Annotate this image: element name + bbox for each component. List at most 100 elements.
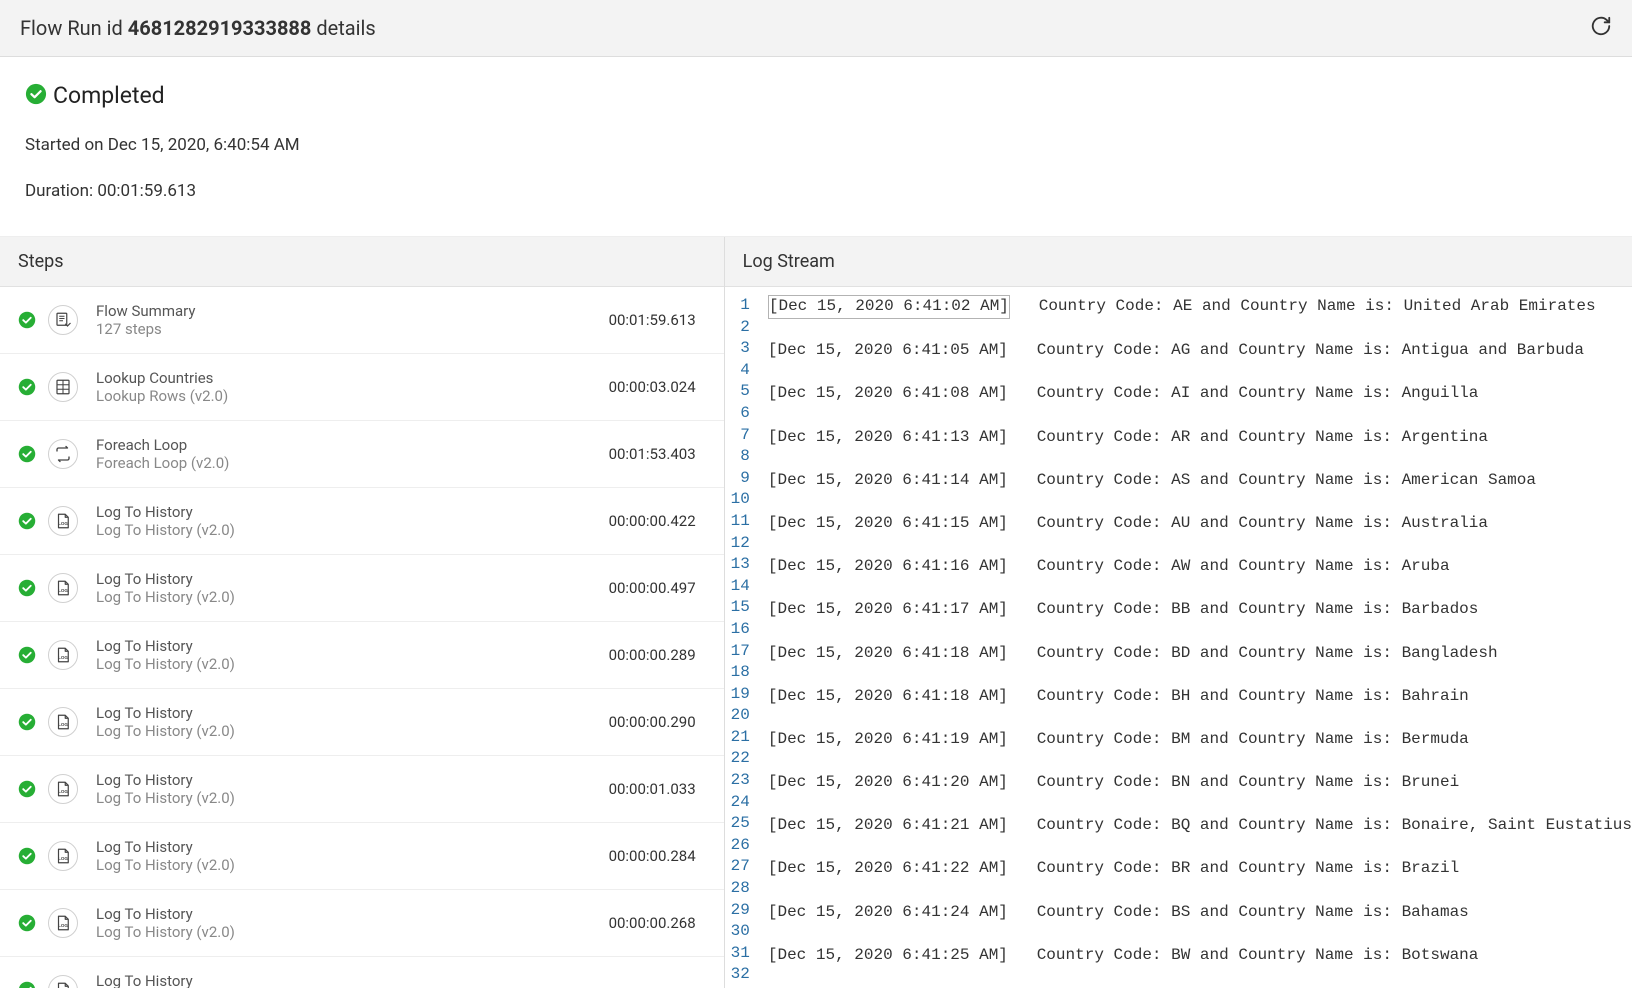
step-name: Foreach Loop <box>96 436 609 454</box>
step-item[interactable]: Log To HistoryLog To History (v2.0)00:00… <box>0 555 724 622</box>
refresh-button[interactable] <box>1590 15 1612 41</box>
log-line <box>768 750 1632 772</box>
step-item[interactable]: Flow Summary127 steps00:01:59.613 <box>0 287 724 354</box>
step-item[interactable]: Log To HistoryLog To History (v2.0)00:00… <box>0 488 724 555</box>
steps-title: Steps <box>0 237 724 287</box>
status-row: Completed <box>25 82 1607 109</box>
step-name: Log To History <box>96 771 609 789</box>
step-name: Log To History <box>96 503 609 521</box>
step-item[interactable]: Log To HistoryLog To History (v2.0)00:00… <box>0 689 724 756</box>
log-line <box>768 621 1632 643</box>
log-scroll[interactable]: 1 2 3 4 5 6 7 8 9 10 11 12 13 14 15 16 1… <box>725 287 1632 988</box>
step-type: Log To History (v2.0) <box>96 856 609 874</box>
step-type: Log To History (v2.0) <box>96 521 609 539</box>
started-on: Started on Dec 15, 2020, 6:40:54 AM <box>25 135 1607 155</box>
page-header: Flow Run id 4681282919333888 details <box>0 0 1632 57</box>
step-item[interactable]: Foreach LoopForeach Loop (v2.0)00:01:53.… <box>0 421 724 488</box>
title-prefix: Flow Run id <box>20 16 128 40</box>
success-icon <box>18 512 36 530</box>
table-icon <box>48 372 78 402</box>
step-type: 127 steps <box>96 320 609 338</box>
log-line: [Dec 15, 2020 6:41:15 AM] Country Code: … <box>768 513 1632 535</box>
log-icon <box>48 707 78 737</box>
success-icon <box>18 378 36 396</box>
log-line: [Dec 15, 2020 6:41:17 AM] Country Code: … <box>768 599 1632 621</box>
loop-icon <box>48 439 78 469</box>
title-suffix: details <box>311 16 375 40</box>
step-duration: 00:00:00.289 <box>609 646 706 664</box>
split-panes: Steps Flow Summary127 steps00:01:59.613L… <box>0 237 1632 988</box>
step-item[interactable]: Lookup CountriesLookup Rows (v2.0)00:00:… <box>0 354 724 421</box>
log-line <box>768 794 1632 816</box>
log-icon <box>48 640 78 670</box>
step-duration: 00:00:00.268 <box>609 914 706 932</box>
log-line <box>768 578 1632 600</box>
step-item[interactable]: Log To HistoryLog To History (v2.0) <box>0 957 724 988</box>
log-title: Log Stream <box>725 237 1632 287</box>
step-type: Log To History (v2.0) <box>96 722 609 740</box>
step-name: Log To History <box>96 570 609 588</box>
step-item[interactable]: Log To HistoryLog To History (v2.0)00:00… <box>0 890 724 957</box>
flow-run-id: 4681282919333888 <box>128 16 312 40</box>
step-name: Log To History <box>96 838 609 856</box>
log-line <box>768 880 1632 902</box>
step-name: Log To History <box>96 704 609 722</box>
step-type: Log To History (v2.0) <box>96 923 609 941</box>
step-item[interactable]: Log To HistoryLog To History (v2.0)00:00… <box>0 622 724 689</box>
step-name: Flow Summary <box>96 302 609 320</box>
log-line <box>768 491 1632 513</box>
log-line: [Dec 15, 2020 6:41:13 AM] Country Code: … <box>768 427 1632 449</box>
step-type: Foreach Loop (v2.0) <box>96 454 609 472</box>
steps-pane: Steps Flow Summary127 steps00:01:59.613L… <box>0 237 725 988</box>
step-duration: 00:01:59.613 <box>609 311 706 329</box>
log-line: [Dec 15, 2020 6:41:16 AM] Country Code: … <box>768 556 1632 578</box>
step-name: Lookup Countries <box>96 369 609 387</box>
log-line: [Dec 15, 2020 6:41:08 AM] Country Code: … <box>768 383 1632 405</box>
page-title: Flow Run id 4681282919333888 details <box>20 16 376 40</box>
log-line: [Dec 15, 2020 6:41:05 AM] Country Code: … <box>768 340 1632 362</box>
step-duration: 00:00:03.024 <box>609 378 706 396</box>
success-icon <box>18 445 36 463</box>
status-label: Completed <box>53 82 165 109</box>
step-name: Log To History <box>96 637 609 655</box>
duration: Duration: 00:01:59.613 <box>25 181 1607 201</box>
step-duration: 00:00:00.422 <box>609 512 706 530</box>
step-name: Log To History <box>96 905 609 923</box>
step-item[interactable]: Log To HistoryLog To History (v2.0)00:00… <box>0 756 724 823</box>
log-line <box>768 664 1632 686</box>
success-icon <box>18 579 36 597</box>
success-icon <box>25 83 47 109</box>
log-line <box>768 319 1632 341</box>
steps-list[interactable]: Flow Summary127 steps00:01:59.613Lookup … <box>0 287 724 988</box>
step-type: Log To History (v2.0) <box>96 588 609 606</box>
log-line: [Dec 15, 2020 6:41:02 AM] Country Code: … <box>768 295 1632 319</box>
success-icon <box>18 713 36 731</box>
log-body: 1 2 3 4 5 6 7 8 9 10 11 12 13 14 15 16 1… <box>725 287 1632 988</box>
log-line <box>768 448 1632 470</box>
log-line: [Dec 15, 2020 6:41:20 AM] Country Code: … <box>768 772 1632 794</box>
step-duration: 00:01:53.403 <box>609 445 706 463</box>
step-duration: 00:00:00.290 <box>609 713 706 731</box>
log-timestamp: [Dec 15, 2020 6:41:02 AM] <box>768 295 1010 319</box>
success-icon <box>18 311 36 329</box>
log-line <box>768 923 1632 945</box>
log-icon <box>48 975 78 988</box>
step-duration: 00:00:01.033 <box>609 780 706 798</box>
log-icon <box>48 774 78 804</box>
log-icon <box>48 841 78 871</box>
summary-icon <box>48 305 78 335</box>
step-item[interactable]: Log To HistoryLog To History (v2.0)00:00… <box>0 823 724 890</box>
success-icon <box>18 646 36 664</box>
log-lines: [Dec 15, 2020 6:41:02 AM] Country Code: … <box>760 287 1632 988</box>
log-line <box>768 707 1632 729</box>
step-type: Lookup Rows (v2.0) <box>96 387 609 405</box>
success-icon <box>18 847 36 865</box>
log-line: [Dec 15, 2020 6:41:19 AM] Country Code: … <box>768 729 1632 751</box>
log-line <box>768 362 1632 384</box>
log-line: [Dec 15, 2020 6:41:18 AM] Country Code: … <box>768 686 1632 708</box>
log-line: [Dec 15, 2020 6:41:18 AM] Country Code: … <box>768 643 1632 665</box>
success-icon <box>18 981 36 988</box>
success-icon <box>18 780 36 798</box>
step-type: Log To History (v2.0) <box>96 789 609 807</box>
log-line <box>768 966 1632 988</box>
